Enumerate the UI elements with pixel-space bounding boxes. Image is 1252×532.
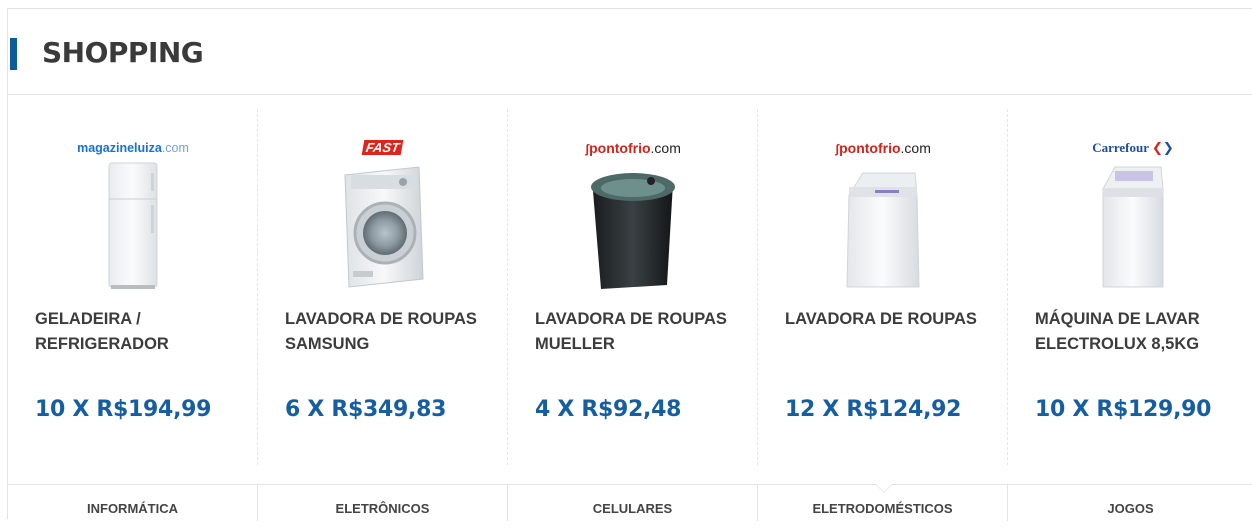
store-name: pontofrio <box>589 140 651 156</box>
store-logo-carrefour: Carrefour ❮❯ <box>1008 139 1252 157</box>
product-name[interactable]: LAVADORA DE ROUPAS MUELLER <box>535 307 745 357</box>
white-top-load-washer-image[interactable] <box>823 161 943 291</box>
category-tabs: INFORMÁTICA ELETRÔNICOS CELULARES ELETRO… <box>8 484 1252 521</box>
store-logo-pontofrio: ʃpontofrio.com <box>758 139 1008 157</box>
store-suffix: .com <box>650 140 681 156</box>
tab-celulares[interactable]: CELULARES <box>508 485 758 521</box>
product-name[interactable]: LAVADORA DE ROUPAS <box>785 307 995 332</box>
product-name[interactable]: LAVADORA DE ROUPAS SAMSUNG <box>285 307 495 357</box>
product-name[interactable]: MÁQUINA DE LAVAR ELECTROLUX 8,5KG <box>1035 307 1245 357</box>
electrolux-washer-image[interactable] <box>1073 161 1193 291</box>
tab-informatica[interactable]: INFORMÁTICA <box>8 485 258 521</box>
product-price[interactable]: 10 X R$194,99 <box>35 397 255 422</box>
product-card[interactable]: ʃpontofrio.com LAVADORA DE ROUPAS MUELLE… <box>508 109 758 465</box>
header-accent-bar <box>10 38 17 70</box>
product-card[interactable]: FAST LAVADORA DE ROUPAS SAMSUNG 6 X R$34… <box>258 109 508 465</box>
product-carousel: magazineluiza.com GELADEIRA / REFRIGERAD… <box>8 109 1252 465</box>
store-name: FAST <box>362 140 404 155</box>
section-title: SHOPPING <box>42 36 204 69</box>
tab-eletrodomesticos[interactable]: ELETRODOMÉSTICOS <box>758 484 1008 521</box>
store-name: magazineluiza <box>77 141 162 155</box>
refrigerator-image[interactable] <box>73 161 193 291</box>
store-name: pontofrio <box>839 140 901 156</box>
front-load-washer-image[interactable] <box>323 161 443 291</box>
product-price[interactable]: 10 X R$129,90 <box>1035 397 1252 422</box>
widget-header: SHOPPING <box>8 9 1252 95</box>
tab-eletronicos[interactable]: ELETRÔNICOS <box>258 485 508 521</box>
product-price[interactable]: 12 X R$124,92 <box>785 397 1005 422</box>
product-price[interactable]: 4 X R$92,48 <box>535 397 755 422</box>
store-logo-pontofrio: ʃpontofrio.com <box>508 139 758 157</box>
store-suffix: .com <box>900 140 931 156</box>
store-logo-magazineluiza: magazineluiza.com <box>8 139 258 157</box>
product-price[interactable]: 6 X R$349,83 <box>285 397 505 422</box>
tab-jogos[interactable]: JOGOS <box>1008 485 1252 521</box>
store-suffix: .com <box>161 141 189 155</box>
store-name: Carrefour <box>1092 140 1149 155</box>
product-card[interactable]: magazineluiza.com GELADEIRA / REFRIGERAD… <box>8 109 258 465</box>
carrefour-mark-icon: ❮ <box>1152 141 1163 156</box>
carrefour-mark-icon-right: ❯ <box>1162 141 1174 156</box>
shopping-widget: SHOPPING magazineluiza.com GELADEIRA / R… <box>7 8 1252 521</box>
product-card[interactable]: ʃpontofrio.com LAVADORA DE ROUPAS 12 X R… <box>758 109 1008 465</box>
black-top-load-washer-image[interactable] <box>573 161 693 291</box>
product-name[interactable]: GELADEIRA / REFRIGERADOR <box>35 307 245 357</box>
product-card[interactable]: Carrefour ❮❯ MÁQUINA DE LAVAR ELECTROLUX… <box>1008 109 1252 465</box>
store-logo-fast: FAST <box>258 139 508 157</box>
